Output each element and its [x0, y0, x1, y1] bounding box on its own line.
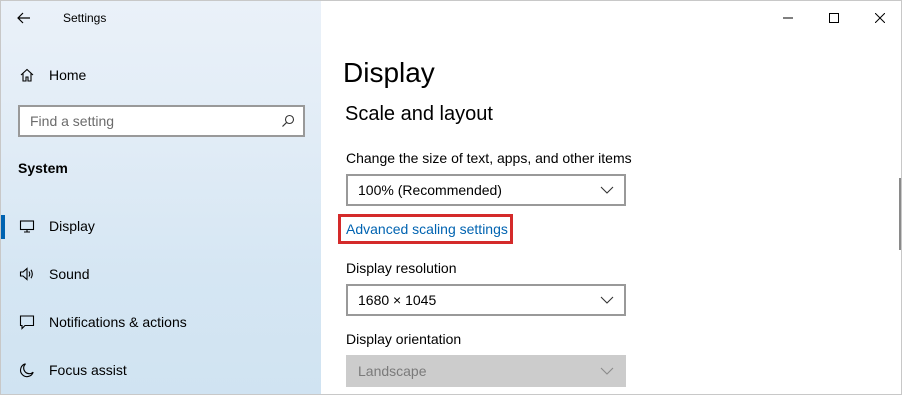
scale-label: Change the size of text, apps, and other… [346, 150, 632, 166]
caption-buttons [765, 1, 901, 35]
scale-dropdown[interactable]: 100% (Recommended) [346, 174, 626, 206]
back-arrow-icon [17, 12, 30, 24]
settings-window: Settings Home Find a setting System Disp… [0, 0, 902, 395]
search-placeholder: Find a setting [30, 113, 115, 129]
chevron-down-icon [600, 186, 614, 194]
orientation-dropdown[interactable]: Landscape [346, 355, 626, 387]
active-indicator [1, 215, 5, 239]
sidebar-item-home[interactable]: Home [1, 59, 321, 91]
notification-icon [19, 314, 35, 330]
chevron-down-icon [600, 296, 614, 304]
sidebar-item-display[interactable]: Display [1, 208, 321, 244]
maximize-icon [829, 13, 839, 23]
close-button[interactable] [857, 1, 901, 35]
resolution-value: 1680 × 1045 [358, 292, 437, 308]
sidebar-item-notifications[interactable]: Notifications & actions [1, 304, 321, 340]
minimize-button[interactable] [765, 1, 811, 35]
search-icon [282, 114, 295, 127]
sidebar-item-label: Focus assist [49, 362, 127, 378]
orientation-value: Landscape [358, 363, 427, 379]
page-title: Display [343, 57, 435, 88]
sidebar-item-label: Display [49, 218, 95, 234]
resolution-dropdown[interactable]: 1680 × 1045 [346, 284, 626, 316]
section-title: Scale and layout [345, 103, 493, 125]
back-button[interactable] [1, 1, 47, 35]
section-heading-system: System [18, 160, 68, 176]
monitor-icon [19, 218, 35, 234]
close-icon [875, 13, 885, 23]
speaker-icon [19, 266, 35, 282]
main-panel: Display Scale and layout Change the size… [321, 1, 901, 394]
orientation-label: Display orientation [346, 331, 462, 347]
resolution-label: Display resolution [346, 260, 457, 276]
moon-icon [19, 362, 35, 378]
maximize-button[interactable] [811, 1, 857, 35]
sidebar-item-label: Sound [49, 266, 90, 282]
sidebar: Settings Home Find a setting System Disp… [1, 1, 321, 394]
home-icon [19, 67, 35, 83]
scale-value: 100% (Recommended) [358, 182, 502, 198]
scrollbar-thumb[interactable] [899, 178, 901, 250]
app-title: Settings [63, 11, 107, 25]
minimize-icon [783, 17, 793, 19]
home-label: Home [49, 67, 87, 83]
sidebar-item-label: Notifications & actions [49, 314, 187, 330]
chevron-down-icon [600, 367, 614, 375]
title-bar: Settings [1, 1, 321, 35]
sidebar-item-sound[interactable]: Sound [1, 256, 321, 292]
advanced-scaling-link[interactable]: Advanced scaling settings [346, 221, 508, 237]
sidebar-item-focus-assist[interactable]: Focus assist [1, 352, 321, 388]
search-input[interactable]: Find a setting [18, 105, 305, 137]
